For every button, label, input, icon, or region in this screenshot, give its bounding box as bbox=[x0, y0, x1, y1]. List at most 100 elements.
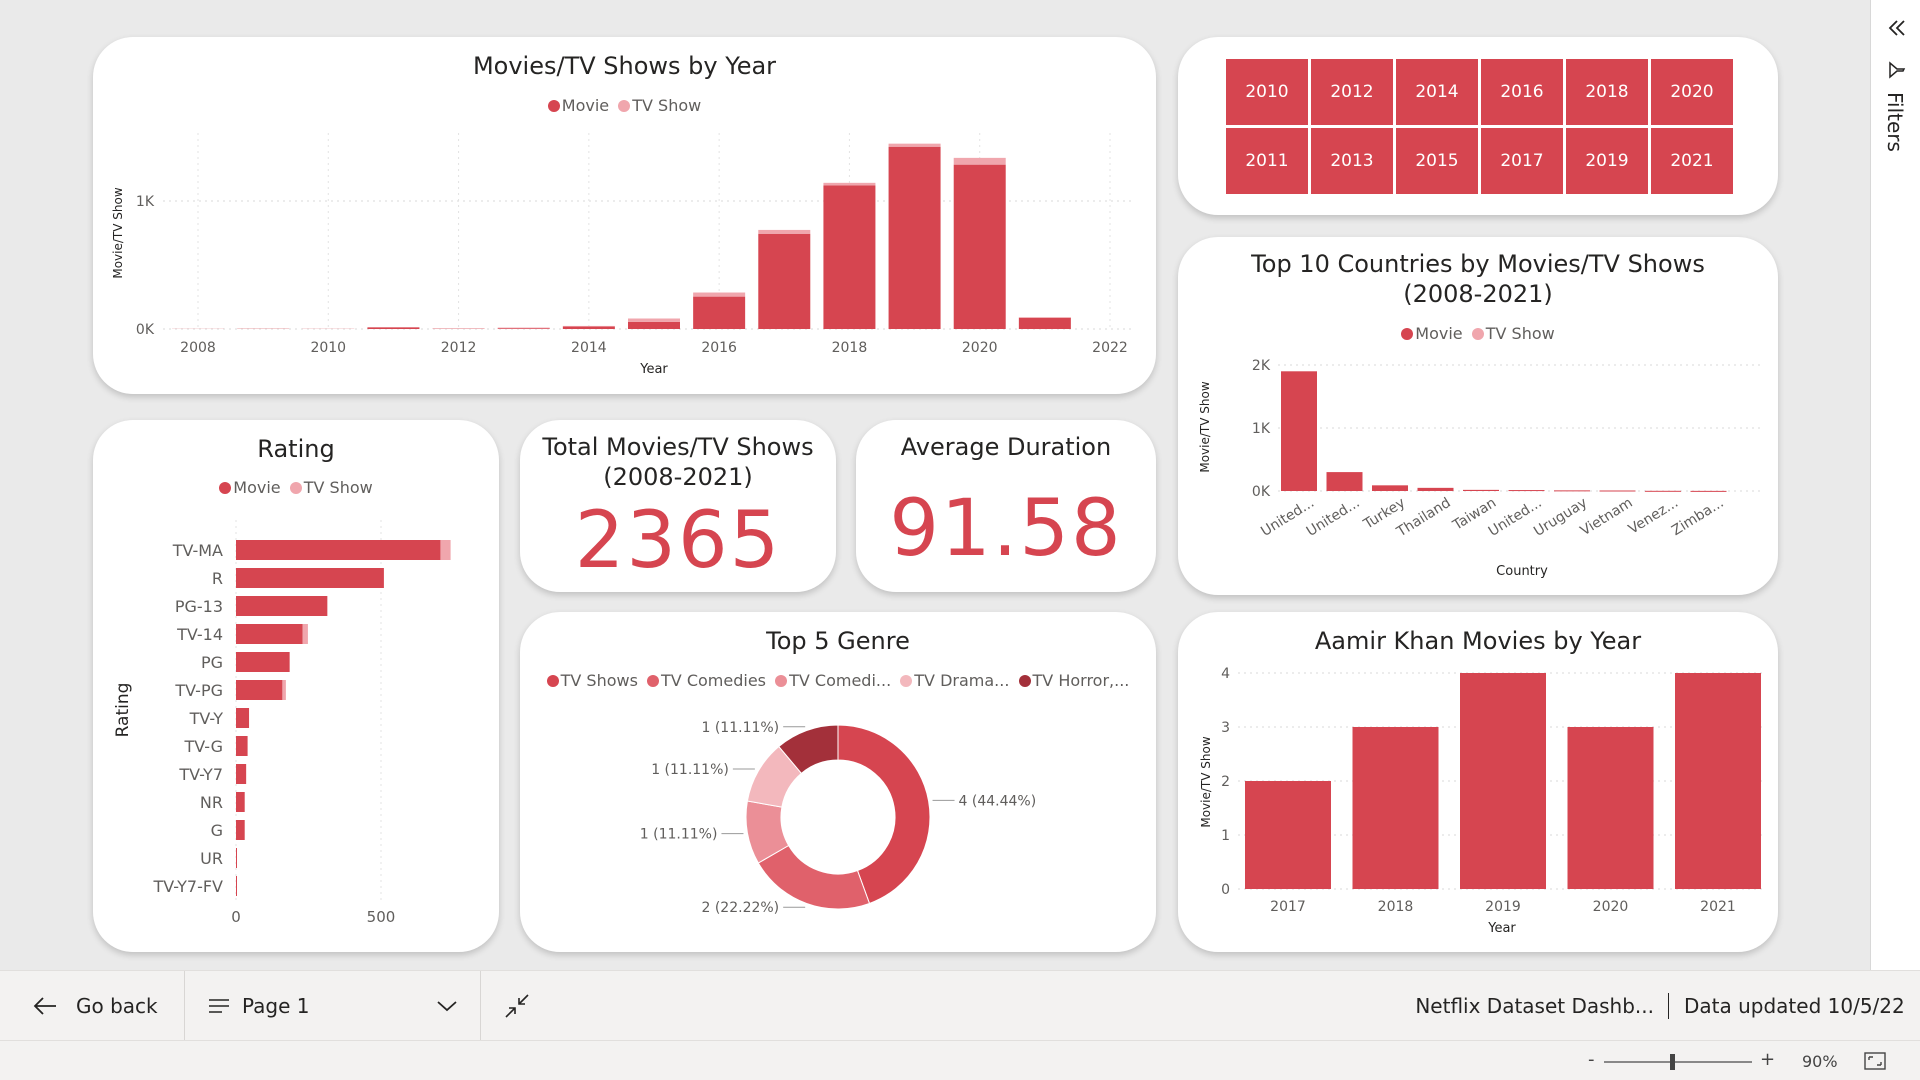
rating-bar-chart[interactable]: TV-MA R PG-13 TV-14 PG TV-PG TV-Y TV-G TV-Y7 NR GU… bbox=[93, 420, 499, 952]
funnel-icon[interactable] bbox=[1887, 60, 1907, 80]
bar-rating-TV-Y7 bbox=[236, 764, 247, 784]
bar-country-2 bbox=[1372, 485, 1408, 491]
aamir-ytick-3: 3 bbox=[1221, 720, 1230, 736]
bar-rating-PG bbox=[236, 652, 290, 672]
year-button-2013[interactable]: 2013 bbox=[1311, 128, 1393, 194]
year-chart-card[interactable]: Movies/TV Shows by Year Movie TV Show Mo… bbox=[93, 37, 1156, 394]
bar-tvshow-2017 bbox=[758, 229, 811, 234]
year-chart-xlabel: Year bbox=[639, 362, 668, 377]
year-button-2010[interactable]: 2010 bbox=[1226, 59, 1308, 125]
genre-chart-card[interactable]: Top 5 Genre TV Shows TV Comedies TV Come… bbox=[520, 612, 1156, 952]
year-button-2021[interactable]: 2021 bbox=[1651, 128, 1733, 194]
aamir-xlabel: Year bbox=[1487, 921, 1516, 936]
bar-tvshow-2014 bbox=[562, 325, 615, 327]
countries-xlabel: Country bbox=[1496, 564, 1548, 579]
donut-label-3: 1 (11.11%) bbox=[651, 762, 729, 778]
rating-category-TV-Y7: TV-Y7 bbox=[178, 765, 223, 784]
year-ytick-1: 1K bbox=[136, 194, 155, 210]
bar-movie-2016 bbox=[693, 296, 746, 329]
countries-ytick-2: 2K bbox=[1252, 358, 1271, 374]
rating-category-TV-Y7-FV: TV-Y7-FV bbox=[152, 877, 223, 896]
bar-tvshow-2021 bbox=[1018, 317, 1071, 318]
bar-rating-TV-PG bbox=[236, 680, 283, 700]
bar-rating-tv-TV-MA bbox=[440, 540, 451, 560]
collapse-icon[interactable] bbox=[504, 993, 530, 1019]
rating-category-PG: PG bbox=[201, 653, 223, 672]
aamir-xtick-2019: 2019 bbox=[1485, 899, 1521, 915]
bar-country-1 bbox=[1326, 472, 1363, 491]
rating-category-TV-PG: TV-PG bbox=[174, 681, 223, 700]
double-chevron-left-icon[interactable] bbox=[1885, 16, 1909, 40]
bar-rating-TV-MA bbox=[236, 540, 441, 560]
bar-movie-2017 bbox=[758, 233, 811, 329]
countries-bar-chart[interactable]: Movie/TV Show Country 0K 1K 2K United...… bbox=[1178, 237, 1778, 595]
report-name: Netflix Dataset Dashb... bbox=[1415, 994, 1654, 1018]
page-label: Page 1 bbox=[242, 994, 310, 1018]
rating-category-TV-MA: TV-MA bbox=[172, 541, 223, 560]
aamir-xtick-2020: 2020 bbox=[1593, 899, 1629, 915]
fit-to-page-icon[interactable] bbox=[1864, 1052, 1886, 1070]
year-button-2015[interactable]: 2015 bbox=[1396, 128, 1478, 194]
aamir-bar-chart[interactable]: Movie/TV Show Year 0 1 2 3 4 2017 2018 201… bbox=[1178, 612, 1778, 952]
year-button-2017[interactable]: 2017 bbox=[1481, 128, 1563, 194]
year-xtick-2014: 2014 bbox=[571, 340, 607, 356]
year-button-2014[interactable]: 2014 bbox=[1396, 59, 1478, 125]
bar-rating-TV-14 bbox=[236, 624, 303, 644]
bar-movie-2019 bbox=[888, 146, 941, 329]
go-back-label: Go back bbox=[76, 994, 158, 1018]
year-button-2011[interactable]: 2011 bbox=[1226, 128, 1308, 194]
year-button-2020[interactable]: 2020 bbox=[1651, 59, 1733, 125]
aamir-ylabel: Movie/TV Show bbox=[1199, 736, 1213, 827]
country-xtick-7: Vietnam bbox=[1578, 495, 1636, 539]
year-button-2016[interactable]: 2016 bbox=[1481, 59, 1563, 125]
countries-ytick-0: 0K bbox=[1252, 484, 1271, 500]
zoom-out-button[interactable]: - bbox=[1588, 1049, 1595, 1070]
year-button-2019[interactable]: 2019 bbox=[1566, 128, 1648, 194]
zoom-slider-thumb[interactable] bbox=[1670, 1054, 1675, 1070]
bar-country-0 bbox=[1281, 371, 1317, 491]
aamir-xtick-2018: 2018 bbox=[1378, 899, 1414, 915]
aamir-xtick-2017: 2017 bbox=[1270, 899, 1306, 915]
countries-chart-card[interactable]: Top 10 Countries by Movies/TV Shows (200… bbox=[1178, 237, 1778, 595]
bar-movie-2020 bbox=[953, 164, 1006, 329]
bar-rating-tv-TV-PG bbox=[282, 680, 286, 700]
page-selector[interactable]: Page 1 bbox=[208, 971, 458, 1041]
kpi-total-value: 2365 bbox=[574, 496, 782, 586]
report-footer: Go back Page 1 Netflix Dataset Dashb... … bbox=[0, 970, 1920, 1041]
page-list-icon bbox=[209, 999, 229, 1013]
bar-country-5 bbox=[1508, 490, 1545, 492]
kpi-duration-title: Average Duration bbox=[900, 433, 1112, 461]
zoom-slider[interactable] bbox=[1604, 1054, 1752, 1070]
status-bar: - + 90% bbox=[0, 1040, 1920, 1080]
bar-rating-UR bbox=[236, 848, 237, 868]
year-xtick-2012: 2012 bbox=[441, 340, 477, 356]
go-back-button[interactable]: Go back bbox=[32, 971, 158, 1041]
year-xtick-2020: 2020 bbox=[962, 340, 998, 356]
donut-label-4: 1 (11.11%) bbox=[701, 720, 779, 736]
rating-category-TV-G: TV-G bbox=[183, 737, 223, 756]
rating-ylabel: Rating bbox=[113, 683, 133, 738]
bar-movie-2014 bbox=[562, 326, 615, 329]
year-button-2012[interactable]: 2012 bbox=[1311, 59, 1393, 125]
zoom-in-button[interactable]: + bbox=[1760, 1049, 1775, 1070]
bar-tvshow-2015 bbox=[628, 318, 680, 322]
bar-aamir-2020 bbox=[1567, 727, 1654, 889]
bar-rating-PG-13 bbox=[236, 596, 328, 616]
bar-aamir-2018 bbox=[1352, 727, 1439, 889]
filters-label[interactable]: Filters bbox=[1883, 92, 1907, 152]
rating-category-TV-14: TV-14 bbox=[176, 625, 223, 644]
genre-donut-chart[interactable]: 4 (44.44%) 2 (22.22%) 1 (11.11%) 1 (11.11%)… bbox=[520, 612, 1156, 952]
arrow-left-icon bbox=[33, 997, 56, 1015]
aamir-xtick-2021: 2021 bbox=[1700, 899, 1736, 915]
countries-ylabel: Movie/TV Show bbox=[1198, 381, 1212, 472]
aamir-chart-card[interactable]: Aamir Khan Movies by Year Movie/TV Show … bbox=[1178, 612, 1778, 952]
rating-chart-card[interactable]: Rating Movie TV Show TV-MA R PG-13 TV-14 PG T… bbox=[93, 420, 499, 952]
aamir-ytick-2: 2 bbox=[1221, 774, 1230, 790]
aamir-ytick-4: 4 bbox=[1221, 666, 1230, 682]
year-bar-chart[interactable]: Movie/TV Show Year 0K 1K 2008 2010 2012 201… bbox=[93, 37, 1156, 394]
year-button-2018[interactable]: 2018 bbox=[1566, 59, 1648, 125]
bar-rating-tv-TV-14 bbox=[302, 624, 308, 644]
bar-aamir-2017 bbox=[1245, 781, 1331, 889]
zoom-level[interactable]: 90% bbox=[1802, 1052, 1838, 1071]
bar-aamir-2019 bbox=[1460, 673, 1546, 889]
